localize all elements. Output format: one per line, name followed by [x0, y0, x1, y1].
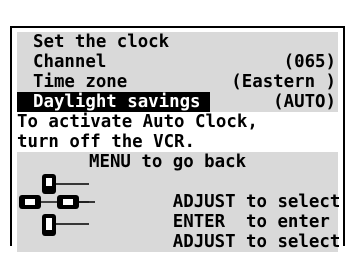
- help-adjust-line-2: ADJUST to select: [89, 212, 341, 252]
- dpad: [19, 174, 89, 252]
- menu-item-daylight-savings[interactable]: Daylight savings (AUTO): [17, 92, 338, 148]
- help-enter-line: ENTER to enter: [89, 192, 330, 232]
- menu-title-row: Set the clock: [17, 32, 338, 88]
- help-panel: MENU to go back ADJUST to select ENTER t…: [17, 152, 341, 252]
- menu-item-value: (AUTO): [273, 92, 336, 112]
- help-adjust-line-1: ADJUST to select: [89, 172, 341, 212]
- vcr-menu-frame: Set the clock Channel (065) Time zone (E…: [10, 26, 345, 252]
- menu-item-label: Channel: [33, 52, 107, 72]
- menu-item-value: (065): [283, 52, 336, 72]
- note-text-2: turn off the VCR.: [17, 132, 195, 152]
- vcr-menu-screen: Set the clock Channel (065) Time zone (E…: [17, 32, 341, 252]
- menu-item-channel[interactable]: Channel (065): [17, 52, 338, 108]
- menu-title: Set the clock: [33, 32, 170, 52]
- menu-item-time-zone[interactable]: Time zone (Eastern ): [17, 72, 338, 128]
- help-menu-text: MENU to go back: [89, 152, 247, 172]
- menu-item-label: Daylight savings: [33, 92, 201, 112]
- help-menu-line: MENU to go back: [61, 152, 246, 208]
- note-text-1: To activate Auto Clock,: [17, 112, 258, 132]
- note-line-2: turn off the VCR.: [17, 132, 338, 152]
- note-line-1: To activate Auto Clock,: [17, 112, 338, 132]
- menu-item-value: (Eastern ): [231, 72, 336, 92]
- menu-item-label: Time zone: [33, 72, 128, 92]
- dpad-connectors: [41, 183, 89, 225]
- help-adjust-text-2: ADJUST to select: [172, 232, 341, 252]
